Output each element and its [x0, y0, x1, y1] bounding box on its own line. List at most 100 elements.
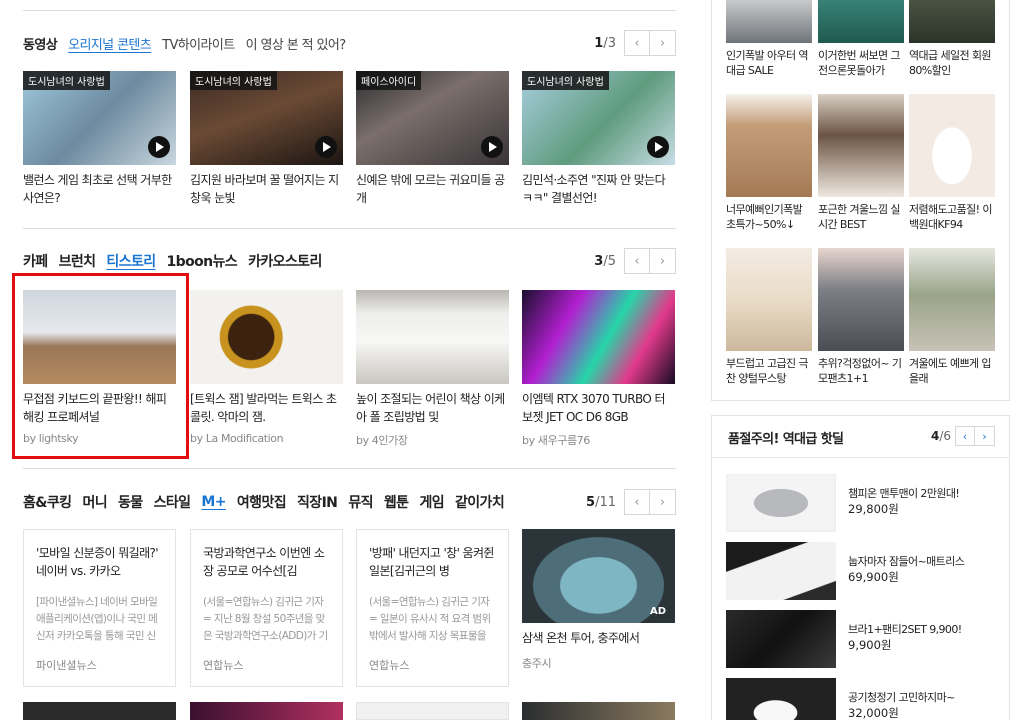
chevron-right-icon: ›: [659, 35, 666, 51]
news-summary: (서울=연합뉴스) 김귀근 기자 = 일본이 유사시 적 요격 범위 밖에서 발…: [369, 596, 491, 642]
hotdeal-item-title: 공기청정기 고민하지마~: [848, 691, 955, 704]
highlight-box: [12, 273, 189, 459]
hotdeal-image: [726, 678, 836, 720]
hotdeal-price: 29,800원: [848, 502, 899, 516]
post-thumbnail: [356, 290, 509, 384]
ad-card[interactable]: AD 삼색 온천 투어, 충주에서 충주시: [522, 529, 675, 671]
product-title: 추위?걱정없어~ 기모팬츠1+1: [818, 357, 902, 385]
tab-mplus[interactable]: M+: [201, 494, 226, 510]
video-card[interactable]: 도시남녀의 사랑법 밸런스 게임 최초로 선택 거부한 사연은?: [23, 71, 176, 207]
chevron-left-icon: ‹: [634, 35, 640, 51]
tab-home-cooking[interactable]: 홈&쿠킹: [23, 492, 72, 512]
product-item[interactable]: 이거한번 써보면 그전으론못돌아가: [818, 0, 904, 78]
product-title: 이거한번 써보면 그전으론못돌아가: [818, 49, 901, 77]
tab-brunch[interactable]: 브런치: [59, 251, 96, 271]
next-page-button[interactable]: ›: [650, 248, 676, 274]
news-card[interactable]: 국방과학연구소 이번엔 소장 공모로 어수선[김 (서울=연합뉴스) 김귀근 기…: [190, 529, 343, 687]
tistory-card[interactable]: 높이 조절되는 어린이 책상 이케아 폴 조립방법 및 by 4인가장: [356, 290, 509, 448]
video-card[interactable]: 도시남녀의 사랑법 김민석·소주연 "진짜 안 맞는다ㅋㅋ" 결별선언!: [522, 71, 675, 207]
tab-work[interactable]: 직장IN: [297, 492, 338, 512]
divider: [23, 10, 676, 11]
hotdeal-pager: 4/6 ‹ ›: [931, 426, 995, 446]
hotdeal-box: 품절주의! 역대급 핫딜 4/6 ‹ › 챔피온 맨투맨이 2만원대! 29,8…: [711, 415, 1010, 720]
hotdeal-item[interactable]: 브라1+팬티2SET 9,900! 9,900원: [726, 610, 996, 668]
tab-together[interactable]: 같이가치: [455, 492, 505, 512]
tab-video[interactable]: 동영상: [23, 34, 58, 53]
video-card[interactable]: 도시남녀의 사랑법 김지원 바라보며 꿀 떨어지는 지창욱 눈빛: [190, 71, 343, 207]
post-title: 이엠텍 RTX 3070 TURBO 터보젯 JET OC D6 8GB: [522, 392, 666, 424]
tab-tistory[interactable]: 티스토리: [106, 251, 156, 271]
video-badge: 도시남녀의 사랑법: [23, 71, 110, 90]
cafe-tabs: 카페 브런치 티스토리 1boon뉴스 카카오스토리: [23, 246, 333, 276]
hotdeal-image: [726, 474, 836, 532]
next-page-button[interactable]: ›: [650, 489, 676, 515]
product-item[interactable]: 역대급 세일전 회원 80%할인: [909, 0, 995, 78]
news-card[interactable]: '방패' 내던지고 '창' 움켜쥔 일본[김귀근의 병 (서울=연합뉴스) 김귀…: [356, 529, 509, 687]
prev-page-button[interactable]: ‹: [624, 489, 650, 515]
play-icon: [148, 136, 170, 158]
post-title: [트윅스 잼] 발라먹는 트윅스 초콜릿. 악마의 잼.: [190, 392, 337, 424]
tab-kakaostory[interactable]: 카카오스토리: [248, 251, 322, 271]
tab-original-content[interactable]: 오리지널 콘텐츠: [68, 34, 152, 53]
tab-1boon[interactable]: 1boon뉴스: [167, 251, 238, 271]
product-image: [909, 248, 995, 351]
news-title: 국방과학연구소 이번엔 소장 공모로 어수선[김: [203, 546, 325, 578]
tab-webtoon[interactable]: 웹툰: [384, 492, 409, 512]
product-item[interactable]: 저렴해도고품질! 이백원대KF94: [909, 94, 995, 232]
product-image: [726, 94, 812, 197]
next-page-button[interactable]: ›: [650, 30, 676, 56]
tab-tv-highlight[interactable]: TV하이라이트: [162, 34, 235, 53]
news-summary: (서울=연합뉴스) 김귀근 기자 = 지난 8월 창설 50주년을 맞은 국방과…: [203, 596, 328, 642]
page-indicator: 5/11: [586, 494, 616, 510]
hotdeal-item[interactable]: 공기청정기 고민하지마~ 32,000원: [726, 678, 996, 720]
tab-travel-food[interactable]: 여행맛집: [237, 492, 287, 512]
divider: [23, 468, 676, 469]
tab-cafe[interactable]: 카페: [23, 251, 48, 271]
hotdeal-item[interactable]: 챔피온 맨투맨이 2만원대! 29,800원: [726, 474, 996, 532]
video-thumbnail: 도시남녀의 사랑법: [190, 71, 343, 165]
play-icon: [315, 136, 337, 158]
page-indicator: 3/5: [594, 253, 616, 269]
video-badge: 도시남녀의 사랑법: [522, 71, 609, 90]
hotdeal-image: [726, 542, 836, 600]
product-title: 부드럽고 고급진 극찬 양털무스탕: [726, 357, 809, 385]
tistory-card[interactable]: [트윅스 잼] 발라먹는 트윅스 초콜릿. 악마의 잼. by La Modif…: [190, 290, 343, 445]
tab-money[interactable]: 머니: [82, 492, 107, 512]
product-item[interactable]: 인기폭발 아우터 역대급 SALE: [726, 0, 812, 78]
hotdeal-price: 69,900원: [848, 570, 899, 584]
product-item[interactable]: 부드럽고 고급진 극찬 양털무스탕: [726, 248, 812, 386]
hotdeal-item[interactable]: 눕자마자 잠들어~매트리스 69,900원: [726, 542, 996, 600]
next-page-button[interactable]: ›: [975, 426, 995, 446]
video-thumbnail: 도시남녀의 사랑법: [522, 71, 675, 165]
video-card[interactable]: 페이스아이디 신예은 밖에 모르는 귀요미들 공개: [356, 71, 509, 207]
video-tabs: 동영상 오리지널 콘텐츠 TV하이라이트 이 영상 본 적 있어?: [23, 28, 357, 58]
chevron-right-icon: ›: [659, 253, 666, 269]
product-title: 저렴해도고품질! 이백원대KF94: [909, 203, 992, 231]
product-item[interactable]: 겨울에도 예쁘게 입을래: [909, 248, 995, 386]
product-item[interactable]: 포근한 겨울느낌 실시간 BEST: [818, 94, 904, 232]
ad-title: 삼색 온천 투어, 충주에서: [522, 631, 640, 645]
product-item[interactable]: 너무예뻐인기폭발 초특가~50%↓: [726, 94, 812, 232]
prev-page-button[interactable]: ‹: [624, 248, 650, 274]
news-card[interactable]: '모바일 신분증이 뭐길래?' 네이버 vs. 카카오 [파이낸셜뉴스] 네이버…: [23, 529, 176, 687]
tab-game[interactable]: 게임: [419, 492, 444, 512]
product-item[interactable]: 추위?걱정없어~ 기모팬츠1+1: [818, 248, 904, 386]
post-title: 높이 조절되는 어린이 책상 이케아 폴 조립방법 및: [356, 392, 505, 424]
tab-music[interactable]: 뮤직: [348, 492, 373, 512]
cafe-pager: 3/5 ‹ ›: [594, 248, 676, 274]
product-image: [818, 94, 904, 197]
tistory-card[interactable]: 이엠텍 RTX 3070 TURBO 터보젯 JET OC D6 8GB by …: [522, 290, 675, 448]
tab-animal[interactable]: 동물: [118, 492, 143, 512]
product-image: [909, 0, 995, 43]
chevron-left-icon: ‹: [634, 494, 640, 510]
prev-page-button[interactable]: ‹: [955, 426, 975, 446]
tab-seen-video[interactable]: 이 영상 본 적 있어?: [246, 34, 347, 53]
prev-page-button[interactable]: ‹: [624, 30, 650, 56]
next-row-thumbnail: [522, 702, 675, 720]
cafe-section-header: 카페 브런치 티스토리 1boon뉴스 카카오스토리 3/5 ‹ ›: [23, 246, 676, 276]
next-row-thumbnail: [23, 702, 176, 720]
post-thumbnail: [190, 290, 343, 384]
tab-style[interactable]: 스타일: [154, 492, 191, 512]
hotdeal-price: 9,900원: [848, 638, 892, 652]
product-image: [818, 0, 904, 43]
